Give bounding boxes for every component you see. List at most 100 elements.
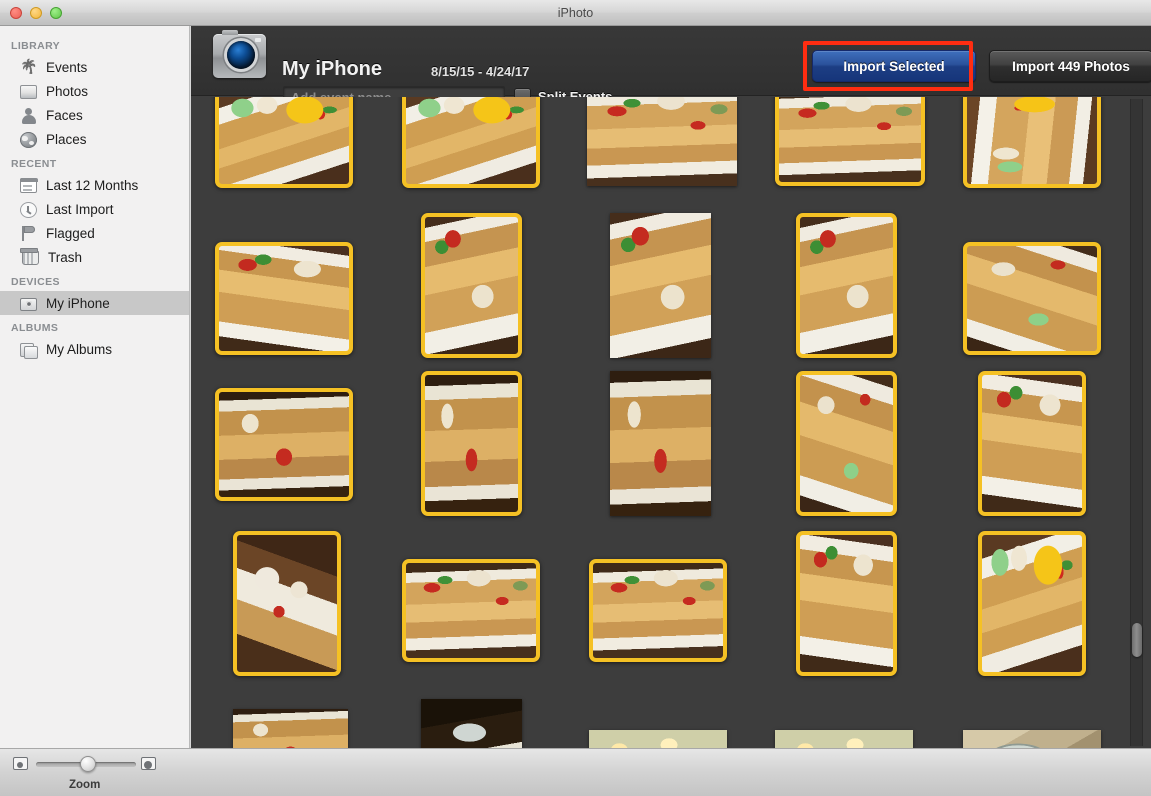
sidebar-item-my-iphone[interactable]: My iPhone bbox=[0, 291, 189, 315]
photo-image bbox=[610, 371, 711, 516]
sidebar-heading-devices: DEVICES bbox=[11, 276, 60, 288]
photo-image bbox=[963, 97, 1101, 188]
sidebar-item-label: My Albums bbox=[46, 341, 113, 357]
photo-thumbnail[interactable] bbox=[978, 371, 1086, 516]
photo-image bbox=[978, 531, 1086, 676]
iphoto-window: iPhoto LIBRARY Events Photos Faces Place… bbox=[0, 0, 1151, 796]
sidebar-item-faces[interactable]: Faces bbox=[0, 103, 189, 127]
photo-image bbox=[587, 97, 737, 186]
photo-thumbnail[interactable] bbox=[775, 730, 913, 748]
sidebar-item-trash[interactable]: Trash bbox=[0, 245, 189, 269]
import-selected-button[interactable]: Import Selected bbox=[812, 50, 976, 82]
clock-icon bbox=[20, 201, 37, 218]
window-title: iPhoto bbox=[557, 5, 594, 20]
photo-thumbnail[interactable] bbox=[963, 730, 1101, 748]
trash-icon bbox=[20, 248, 39, 265]
sidebar-item-label: Trash bbox=[48, 249, 83, 265]
photo-thumbnail[interactable] bbox=[589, 730, 727, 748]
photo-image bbox=[796, 371, 897, 516]
photo-thumbnail[interactable] bbox=[233, 709, 348, 748]
photo-thumbnail[interactable] bbox=[610, 371, 711, 516]
small-thumbnail-icon[interactable] bbox=[13, 757, 28, 770]
photo-thumbnail[interactable] bbox=[421, 371, 522, 516]
albums-icon bbox=[20, 343, 38, 359]
sidebar-heading-library: LIBRARY bbox=[11, 40, 61, 52]
photo-thumbnail[interactable] bbox=[233, 531, 341, 676]
large-thumbnail-icon[interactable] bbox=[141, 757, 156, 770]
sidebar-item-label: Last 12 Months bbox=[46, 177, 139, 193]
photo-thumbnail[interactable] bbox=[215, 97, 353, 188]
photo-image bbox=[589, 730, 727, 748]
photo-image bbox=[775, 730, 913, 748]
photo-image bbox=[233, 531, 341, 676]
sidebar-item-last-12-months[interactable]: Last 12 Months bbox=[0, 173, 189, 197]
photo-image bbox=[963, 730, 1101, 748]
photo-image bbox=[402, 97, 540, 188]
photo-image bbox=[796, 213, 897, 358]
photo-image bbox=[402, 559, 540, 662]
photo-thumbnail[interactable] bbox=[978, 531, 1086, 676]
sidebar-item-label: Flagged bbox=[46, 225, 95, 241]
photo-thumbnail[interactable] bbox=[402, 559, 540, 662]
sidebar-item-photos[interactable]: Photos bbox=[0, 79, 189, 103]
bottom-bar bbox=[0, 748, 1151, 796]
camera-lens-icon bbox=[227, 41, 255, 69]
photo-image bbox=[796, 531, 897, 676]
title-bar: iPhoto bbox=[0, 0, 1151, 26]
photo-image bbox=[215, 97, 353, 188]
photo-image bbox=[215, 242, 353, 355]
palm-tree-icon bbox=[20, 59, 37, 76]
photo-thumbnail[interactable] bbox=[589, 559, 727, 662]
photo-thumbnail[interactable] bbox=[421, 213, 522, 358]
sidebar-item-label: Places bbox=[46, 131, 87, 147]
main-panel: My iPhone 8/15/15 - 4/24/17 Split Events… bbox=[191, 26, 1151, 748]
photo-image bbox=[215, 388, 353, 501]
calendar-icon bbox=[19, 177, 38, 193]
sidebar-heading-recent: RECENT bbox=[11, 158, 57, 170]
sidebar-item-last-import[interactable]: Last Import bbox=[0, 197, 189, 221]
photo-image bbox=[421, 699, 522, 748]
photo-thumbnail[interactable] bbox=[587, 97, 737, 186]
scrollbar-thumb[interactable] bbox=[1131, 623, 1142, 657]
import-all-photos-button[interactable]: Import 449 Photos bbox=[989, 50, 1151, 82]
photo-image bbox=[963, 242, 1101, 355]
photo-image bbox=[421, 213, 522, 358]
sidebar-item-flagged[interactable]: Flagged bbox=[0, 221, 189, 245]
camera-icon bbox=[213, 30, 266, 78]
photo-image bbox=[233, 709, 348, 748]
photo-image bbox=[978, 371, 1086, 516]
photo-thumbnail[interactable] bbox=[796, 213, 897, 358]
sidebar: LIBRARY Events Photos Faces Places RECEN… bbox=[0, 26, 190, 748]
sidebar-heading-albums: ALBUMS bbox=[11, 322, 59, 334]
photo-image bbox=[610, 213, 711, 358]
person-icon bbox=[20, 107, 37, 124]
photo-frame-icon bbox=[20, 85, 37, 99]
photo-thumbnail[interactable] bbox=[963, 242, 1101, 355]
sidebar-item-places[interactable]: Places bbox=[0, 127, 189, 151]
flag-icon bbox=[20, 225, 37, 242]
photo-thumbnail[interactable] bbox=[775, 97, 925, 186]
photo-thumbnail[interactable] bbox=[963, 97, 1101, 188]
photo-thumbnail[interactable] bbox=[796, 371, 897, 516]
photo-image bbox=[775, 97, 925, 186]
camera-flash-icon bbox=[255, 38, 261, 42]
camera-icon bbox=[20, 297, 37, 311]
zoom-slider-knob[interactable] bbox=[80, 756, 96, 772]
sidebar-item-label: Events bbox=[46, 59, 88, 75]
photo-image bbox=[421, 371, 522, 516]
date-range-label: 8/15/15 - 4/24/17 bbox=[431, 64, 530, 79]
photo-thumbnail[interactable] bbox=[796, 531, 897, 676]
zoom-label: Zoom bbox=[69, 779, 101, 791]
photo-thumbnail[interactable] bbox=[421, 699, 522, 748]
photo-thumbnail[interactable] bbox=[215, 242, 353, 355]
photo-thumbnail[interactable] bbox=[215, 388, 353, 501]
sidebar-item-label: Faces bbox=[46, 107, 83, 123]
photo-thumbnail[interactable] bbox=[402, 97, 540, 188]
sidebar-item-my-albums[interactable]: My Albums bbox=[0, 337, 189, 361]
sidebar-item-events[interactable]: Events bbox=[0, 55, 189, 79]
import-toolbar: My iPhone 8/15/15 - 4/24/17 Split Events… bbox=[191, 26, 1151, 108]
photo-thumbnail[interactable] bbox=[610, 213, 711, 358]
sidebar-item-label: Photos bbox=[46, 83, 89, 99]
sidebar-item-label: Last Import bbox=[46, 201, 114, 217]
photo-grid[interactable] bbox=[191, 97, 1151, 748]
